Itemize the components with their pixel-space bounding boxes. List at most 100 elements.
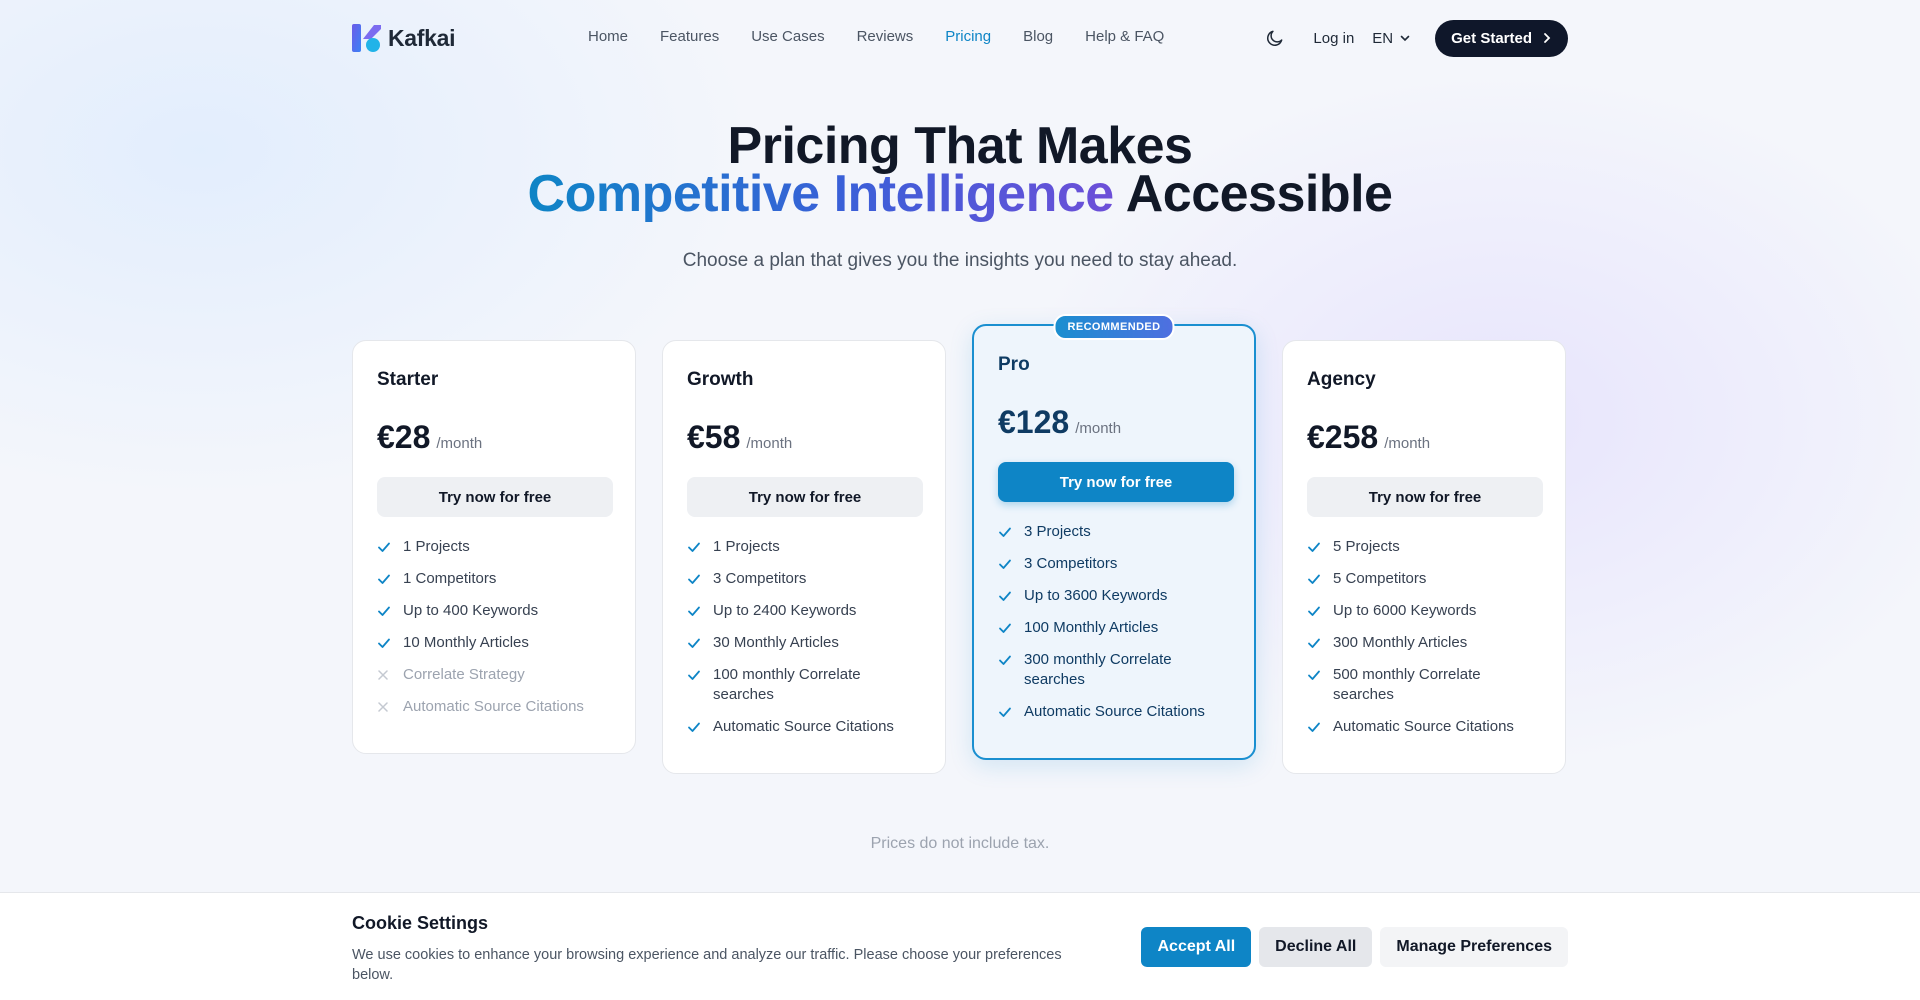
moon-icon[interactable]	[1265, 27, 1287, 49]
check-icon	[1307, 665, 1323, 685]
cross-icon	[377, 697, 393, 717]
get-started-button[interactable]: Get Started	[1435, 19, 1568, 57]
plan-period: /month	[746, 435, 793, 452]
price-row: €128/month	[998, 404, 1230, 444]
feature-text: 1 Projects	[713, 538, 780, 555]
check-icon	[1307, 717, 1323, 737]
nav-links: Home Features Use Cases Reviews Pricing Blog H…	[588, 28, 1164, 45]
cookie-banner: Cookie Settings We use cookies to enhanc…	[0, 892, 1920, 1000]
page-subtitle: Choose a plan that gives you the insight…	[682, 250, 1238, 271]
check-icon	[998, 618, 1014, 638]
plan-card-growth: Growth €58/month Try now for free 1 Project…	[662, 340, 946, 774]
nav-link-reviews[interactable]: Reviews	[857, 28, 914, 45]
plan-period: /month	[436, 435, 483, 452]
feature-text: 500 monthly Correlate searches	[1333, 666, 1481, 703]
feature-item: 1 Projects	[377, 537, 611, 557]
plan-price: €258	[1307, 419, 1379, 455]
feature-item: Up to 3600 Keywords	[998, 586, 1230, 606]
check-icon	[1307, 601, 1323, 621]
feature-text: Up to 400 Keywords	[403, 602, 539, 619]
accept-all-button[interactable]: Accept All	[1141, 927, 1252, 967]
feature-text: 100 Monthly Articles	[1024, 619, 1159, 636]
feature-text: 10 Monthly Articles	[403, 634, 529, 651]
feature-list: 1 Projects 3 Competitors Up to 2400 Keywor…	[687, 537, 921, 737]
feature-text: Automatic Source Citations	[403, 698, 584, 715]
manage-preferences-button[interactable]: Manage Preferences	[1380, 927, 1568, 967]
nav-link-help-faq[interactable]: Help & FAQ	[1085, 28, 1164, 45]
nav-actions: Log in EN Get Started	[1265, 19, 1568, 57]
plan-name: Agency	[1307, 369, 1376, 390]
feature-item: Correlate Strategy	[377, 665, 611, 685]
check-icon	[998, 554, 1014, 574]
feature-item: 300 Monthly Articles	[1307, 633, 1541, 653]
check-icon	[377, 633, 393, 653]
decline-all-button[interactable]: Decline All	[1259, 927, 1373, 967]
title-line-2: Competitive Intelligence Accessible	[0, 168, 1920, 220]
plan-name: Pro	[998, 354, 1030, 375]
cookie-text: We use cookies to enhance your browsing …	[352, 947, 1062, 983]
feature-item: 1 Projects	[687, 537, 921, 557]
plan-period: /month	[1384, 435, 1431, 452]
cookie-title: Cookie Settings	[352, 913, 489, 933]
feature-item: 10 Monthly Articles	[377, 633, 611, 653]
price-row: €58/month	[687, 419, 921, 459]
recommended-badge: RECOMMENDED	[1053, 314, 1175, 340]
try-free-button-pro[interactable]: Try now for free	[998, 462, 1234, 502]
language-selector[interactable]: EN	[1372, 30, 1411, 47]
check-icon	[998, 650, 1014, 670]
check-icon	[998, 702, 1014, 722]
feature-item: 3 Projects	[998, 522, 1230, 542]
title-line-2-rest: Accessible	[1125, 165, 1393, 223]
check-icon	[377, 537, 393, 557]
check-icon	[687, 569, 703, 589]
check-icon	[377, 601, 393, 621]
try-free-button-growth[interactable]: Try now for free	[687, 477, 923, 517]
cookie-buttons: Accept All Decline All Manage Preference…	[1141, 927, 1568, 967]
try-free-button-starter[interactable]: Try now for free	[377, 477, 613, 517]
check-icon	[1307, 569, 1323, 589]
feature-text: 30 Monthly Articles	[713, 634, 839, 651]
feature-text: Up to 2400 Keywords	[713, 602, 857, 619]
feature-item: 500 monthly Correlate searches	[1307, 665, 1541, 705]
check-icon	[687, 601, 703, 621]
feature-item: 300 monthly Correlate searches	[998, 650, 1230, 690]
nav-link-pricing[interactable]: Pricing	[945, 28, 991, 45]
plan-card-agency: Agency €258/month Try now for free 5 Projec…	[1282, 340, 1566, 774]
plan-price: €58	[687, 419, 741, 455]
title-highlight: Competitive Intelligence	[527, 165, 1115, 223]
feature-text: 3 Projects	[1024, 523, 1091, 540]
check-icon	[687, 665, 703, 685]
nav-link-blog[interactable]: Blog	[1023, 28, 1053, 45]
check-icon	[377, 569, 393, 589]
nav-link-features[interactable]: Features	[660, 28, 719, 45]
logo[interactable]: Kafkai	[352, 22, 456, 54]
try-free-button-agency[interactable]: Try now for free	[1307, 477, 1543, 517]
check-icon	[687, 633, 703, 653]
feature-text: Automatic Source Citations	[1333, 718, 1514, 735]
feature-text: 3 Competitors	[713, 570, 807, 587]
feature-list: 3 Projects 3 Competitors Up to 3600 Keywor…	[998, 522, 1230, 722]
feature-item: 30 Monthly Articles	[687, 633, 921, 653]
plan-price: €128	[998, 404, 1070, 440]
feature-item: 3 Competitors	[998, 554, 1230, 574]
nav-link-use-cases[interactable]: Use Cases	[751, 28, 824, 45]
feature-item: Up to 6000 Keywords	[1307, 601, 1541, 621]
title-line-1: Pricing That Makes	[727, 117, 1193, 175]
cross-icon	[377, 665, 393, 685]
feature-list: 5 Projects 5 Competitors Up to 6000 Keywor…	[1307, 537, 1541, 737]
login-link[interactable]: Log in	[1313, 30, 1354, 47]
feature-text: 1 Projects	[403, 538, 470, 555]
feature-text: Up to 3600 Keywords	[1024, 587, 1168, 604]
feature-item: Up to 2400 Keywords	[687, 601, 921, 621]
check-icon	[998, 522, 1014, 542]
plan-name: Growth	[687, 369, 754, 390]
feature-text: 1 Competitors	[403, 570, 497, 587]
feature-text: Automatic Source Citations	[713, 718, 894, 735]
kafkai-logo-icon	[352, 24, 381, 52]
chevron-down-icon	[1400, 35, 1410, 42]
nav-link-home[interactable]: Home	[588, 28, 628, 45]
feature-text: 3 Competitors	[1024, 555, 1118, 572]
feature-item: 1 Competitors	[377, 569, 611, 589]
feature-text: Up to 6000 Keywords	[1333, 602, 1477, 619]
plan-card-starter: Starter €28/month Try now for free 1 Projec…	[352, 340, 636, 754]
